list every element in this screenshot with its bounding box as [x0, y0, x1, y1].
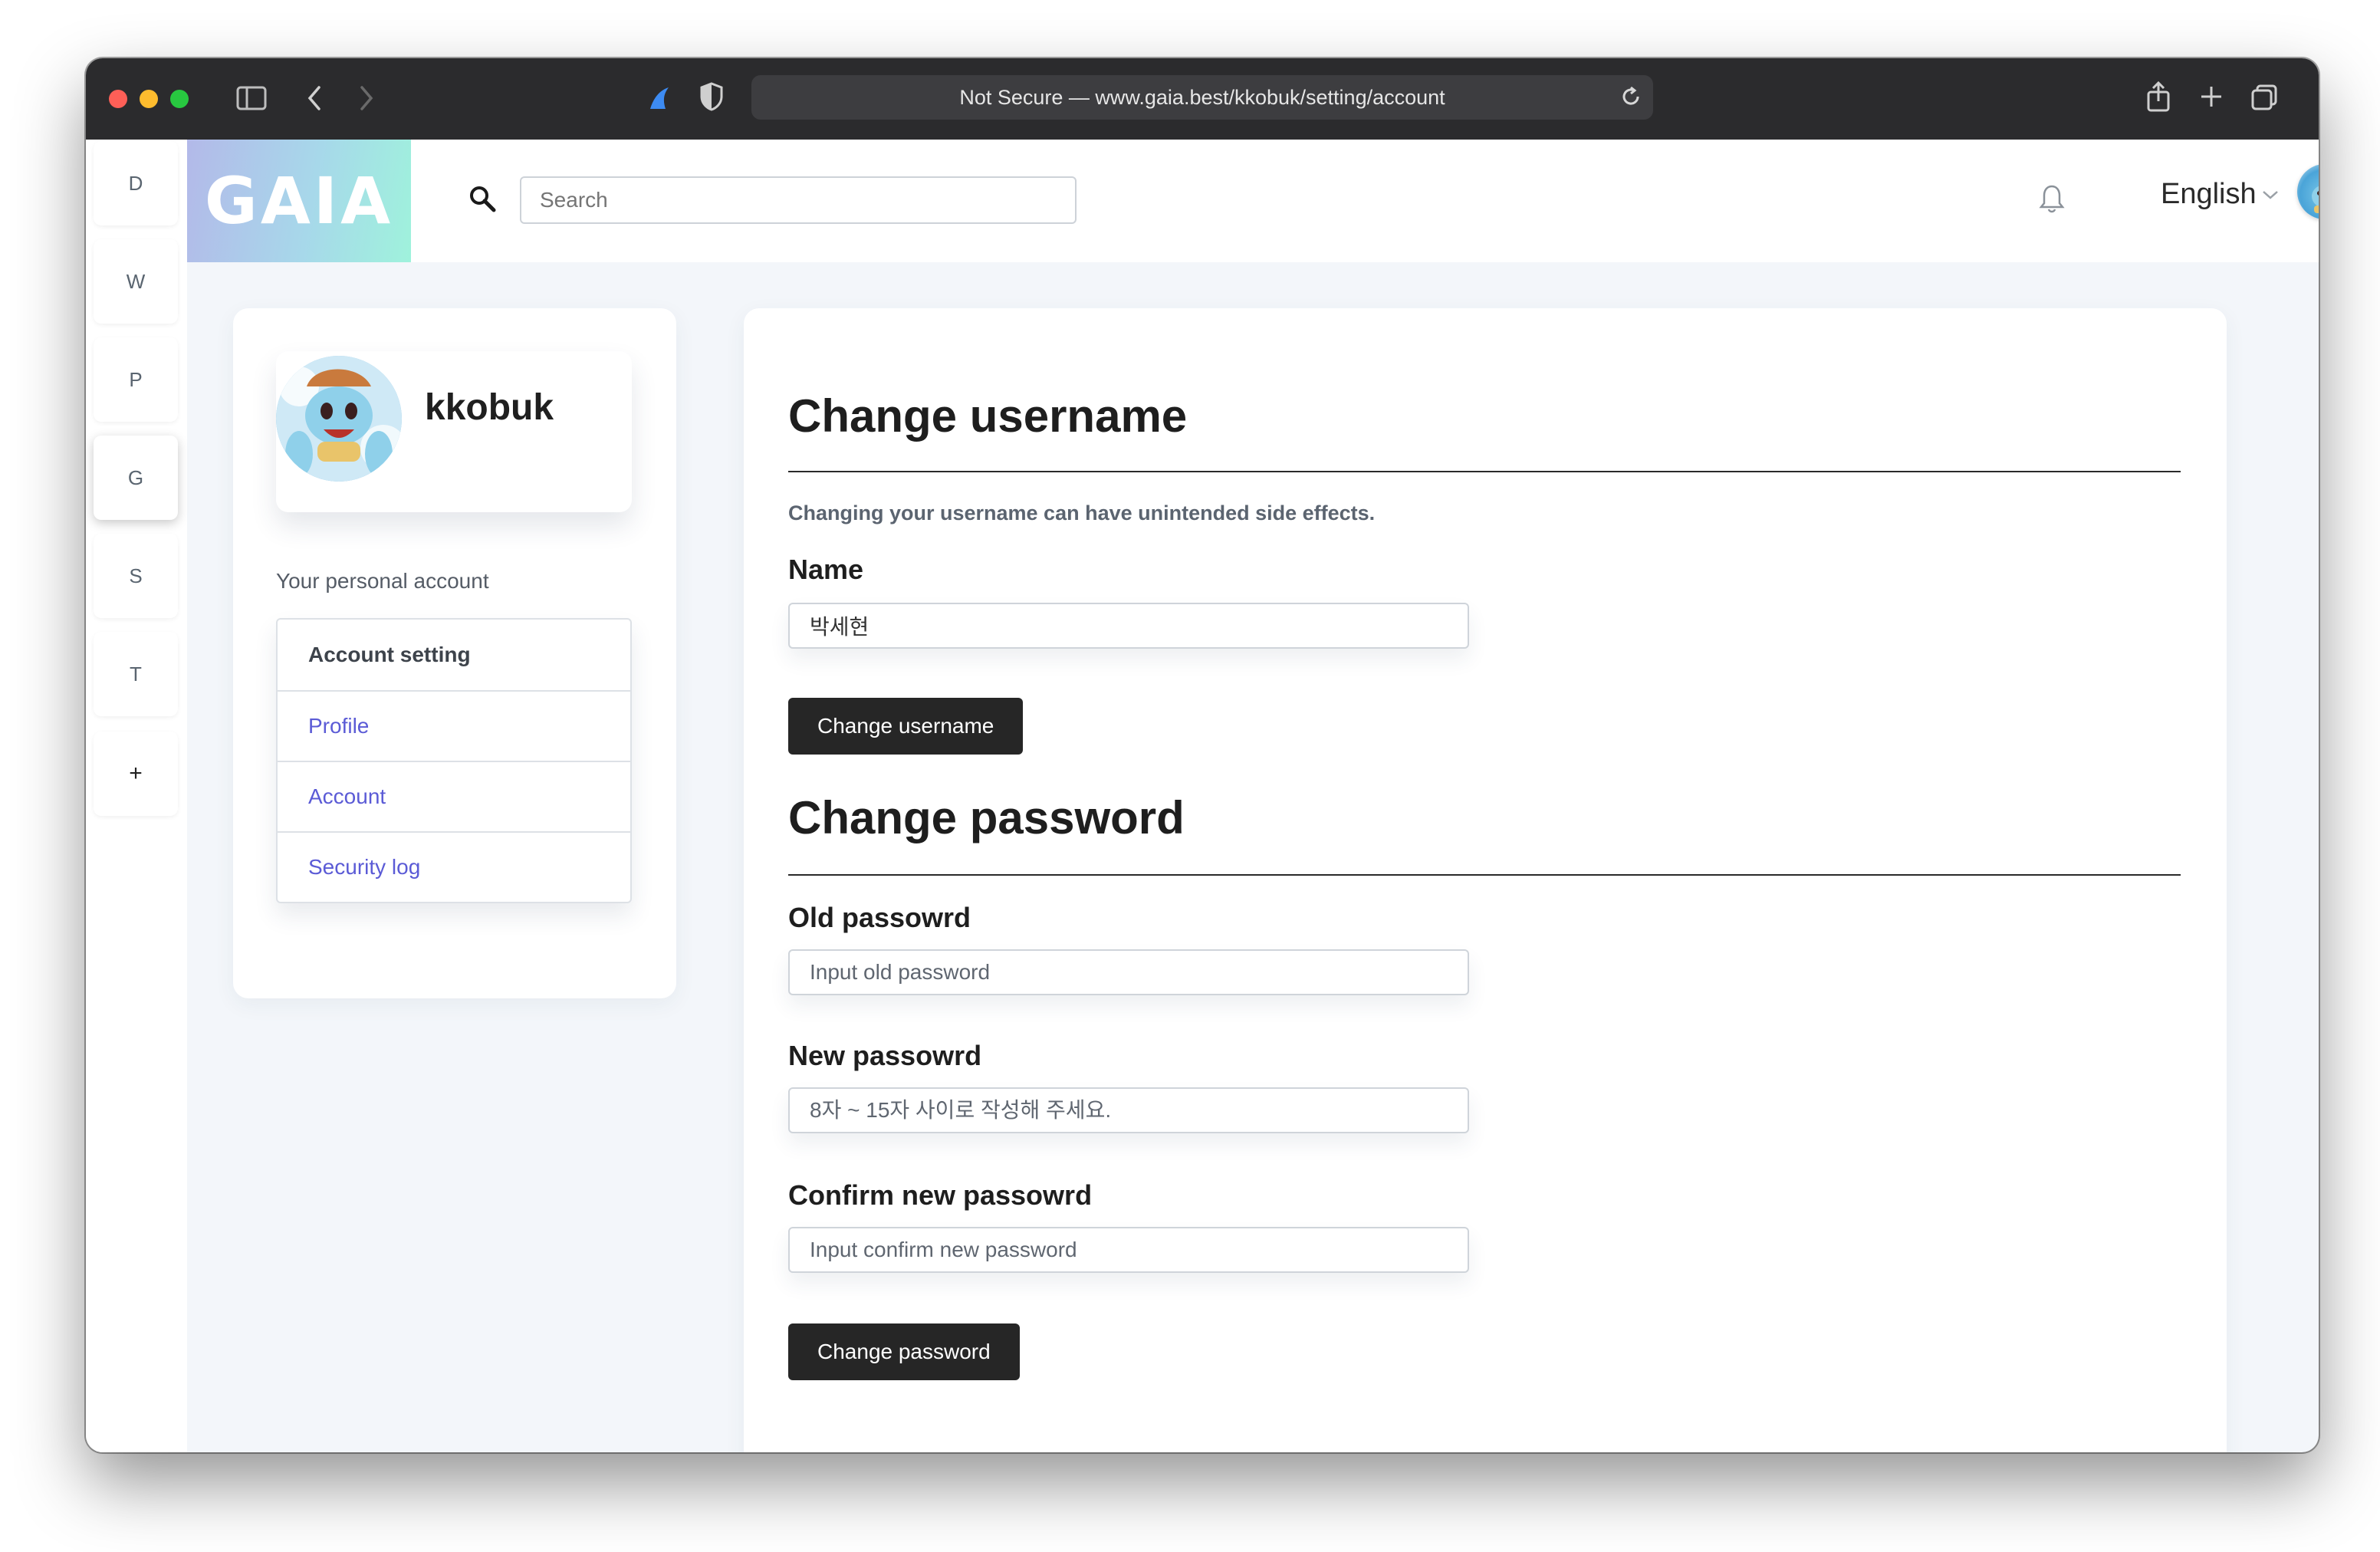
- zoom-window-button[interactable]: [170, 90, 189, 108]
- privacy-shield-icon[interactable]: [699, 81, 724, 112]
- name-label: Name: [788, 554, 864, 585]
- change-password-title: Change password: [788, 792, 1185, 843]
- avatar-image: [276, 356, 402, 482]
- logo-text: GAIA: [204, 163, 394, 238]
- rail-item-g[interactable]: G: [94, 436, 178, 520]
- section-divider: [788, 471, 2181, 472]
- rail-item-d[interactable]: D: [94, 141, 178, 225]
- rail-item-w[interactable]: W: [94, 239, 178, 324]
- change-username-button[interactable]: Change username: [788, 698, 1024, 755]
- search-input[interactable]: [520, 176, 1077, 224]
- settings-nav: Account setting Profile Account Security…: [276, 618, 632, 903]
- forward-icon[interactable]: [357, 84, 376, 112]
- section-label: Your personal account: [276, 569, 489, 593]
- minimize-window-button[interactable]: [140, 90, 158, 108]
- nav-item-account[interactable]: Account: [278, 761, 630, 831]
- section-divider: [788, 874, 2181, 876]
- search-icon[interactable]: [468, 184, 497, 213]
- chevron-down-icon: [2262, 190, 2278, 199]
- profile-avatar[interactable]: [276, 356, 402, 482]
- address-text: Not Secure — www.gaia.best/kkobuk/settin…: [959, 85, 1445, 109]
- language-selector[interactable]: English: [2161, 178, 2280, 211]
- change-password-button[interactable]: Change password: [788, 1323, 1020, 1380]
- rail-item-p[interactable]: P: [94, 337, 178, 422]
- reload-icon[interactable]: [1619, 85, 1642, 108]
- old-password-input[interactable]: [788, 949, 1469, 995]
- new-tab-icon[interactable]: [2199, 84, 2224, 109]
- browser-titlebar: Not Secure — www.gaia.best/kkobuk/settin…: [86, 58, 2319, 140]
- share-icon[interactable]: [2145, 80, 2171, 113]
- profile-username: kkobuk: [425, 387, 554, 428]
- nav-item-profile[interactable]: Profile: [278, 690, 630, 761]
- confirm-password-input[interactable]: [788, 1227, 1469, 1273]
- name-input[interactable]: [788, 603, 1469, 649]
- workspace-rail: D W P G S T +: [86, 140, 187, 1452]
- sidebar-toggle-icon[interactable]: [236, 86, 267, 110]
- confirm-password-label: Confirm new passowrd: [788, 1179, 1093, 1211]
- nav-account-setting-header: Account setting: [308, 643, 471, 666]
- username-warning-text: Changing your username can have unintend…: [788, 501, 1376, 524]
- user-avatar[interactable]: [2297, 164, 2319, 219]
- bell-icon[interactable]: [2038, 182, 2066, 215]
- change-username-title: Change username: [788, 390, 1188, 442]
- profile-summary: kkobuk: [276, 351, 632, 512]
- extension-icon[interactable]: [646, 83, 673, 113]
- settings-content: Change username Changing your username c…: [744, 308, 2227, 1452]
- avatar-image: [2312, 186, 2319, 213]
- back-icon[interactable]: [305, 84, 324, 112]
- old-password-label: Old passowrd: [788, 902, 971, 933]
- rail-item-t[interactable]: T: [94, 632, 178, 716]
- account-sidebar: kkobuk Your personal account Account set…: [233, 308, 676, 998]
- new-password-input[interactable]: [788, 1087, 1469, 1133]
- close-window-button[interactable]: [109, 90, 127, 108]
- nav-item-security-log[interactable]: Security log: [278, 831, 630, 902]
- new-password-label: New passowrd: [788, 1040, 982, 1071]
- language-label: English: [2161, 178, 2257, 210]
- browser-window: Not Secure — www.gaia.best/kkobuk/settin…: [86, 58, 2319, 1452]
- tab-overview-icon[interactable]: [2250, 83, 2279, 112]
- rail-add-button[interactable]: +: [94, 732, 178, 816]
- address-bar[interactable]: Not Secure — www.gaia.best/kkobuk/settin…: [751, 75, 1653, 120]
- rail-item-s[interactable]: S: [94, 534, 178, 618]
- gaia-logo[interactable]: GAIA: [187, 140, 411, 262]
- app-header: GAIA English: [187, 140, 2319, 262]
